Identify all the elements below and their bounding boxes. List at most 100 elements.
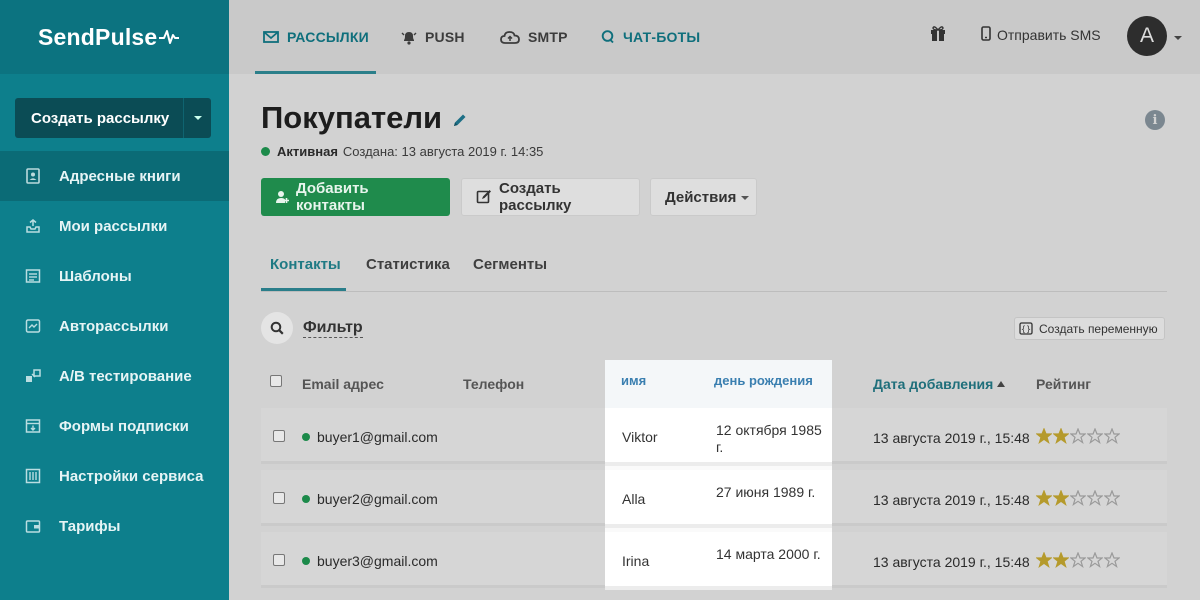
create-variable-label: Создать переменную [1039,321,1158,336]
star-filled-icon[interactable] [1053,428,1069,444]
select-all-checkbox[interactable] [270,375,282,387]
mail-icon [263,31,279,43]
contact-email[interactable]: buyer3@gmail.com [302,553,438,569]
tab-statistics[interactable]: Статистика [366,256,450,273]
star-filled-icon[interactable] [1053,490,1069,506]
actions-dropdown[interactable]: Действия [650,178,757,216]
tab-label: ЧАТ-БОТЫ [623,29,701,45]
sidebar-item-address-books[interactable]: Адресные книги [0,151,229,201]
star-empty-icon[interactable] [1087,428,1103,444]
highlight-row: Viktor 12 октября 1985 г. [605,408,832,466]
row-checkbox[interactable] [273,430,285,442]
sidebar-item-pricing[interactable]: Тарифы [0,501,229,551]
gift-icon[interactable] [929,24,947,47]
star-empty-icon[interactable] [1070,490,1086,506]
header-date-added[interactable]: Дата добавления [873,376,1006,392]
contact-birthday: 12 октября 1985 г. [716,422,822,455]
pulse-icon [159,30,180,44]
email-text: buyer3@gmail.com [317,553,438,569]
highlight-row: Irina 14 марта 2000 г. [605,532,832,590]
tab-segments[interactable]: Сегменты [473,256,547,273]
star-empty-icon[interactable] [1070,428,1086,444]
star-empty-icon[interactable] [1104,552,1120,568]
chevron-down-icon [741,196,750,200]
highlighted-columns: имя день рождения Viktor 12 октября 1985… [605,360,832,590]
star-empty-icon[interactable] [1104,428,1120,444]
contact-email[interactable]: buyer1@gmail.com [302,429,438,445]
contact-name: Viktor [622,429,658,445]
tab-label: РАССЫЛКИ [287,29,369,45]
rating-stars [1036,552,1121,568]
sidebar-item-label: Авторассылки [59,317,169,335]
contact-birthday: 27 июня 1989 г. [716,484,816,500]
tab-contacts[interactable]: Контакты [270,256,341,273]
sidebar: SendPulse Создать рассылку Адресные книг… [0,0,229,600]
cloud-icon [500,30,520,44]
sidebar-item-label: Настройки сервиса [59,467,204,485]
star-filled-icon[interactable] [1036,490,1052,506]
star-filled-icon[interactable] [1036,552,1052,568]
contact-name: Alla [622,491,646,507]
star-filled-icon[interactable] [1036,428,1052,444]
content-tabs: Контакты Статистика Сегменты [261,256,1167,292]
star-filled-icon[interactable] [1053,552,1069,568]
page-title: Покупатели [261,100,443,135]
active-tab-indicator [261,288,346,291]
sidebar-item-my-campaigns[interactable]: Мои рассылки [0,201,229,251]
row-checkbox[interactable] [273,554,285,566]
create-campaign-button[interactable]: Создать рассылку [15,98,183,138]
create-variable-button[interactable]: {} Создать переменную [1014,317,1165,340]
logo[interactable]: SendPulse [38,24,180,51]
star-empty-icon[interactable] [1087,552,1103,568]
chevron-down-icon [193,116,202,120]
compose-icon [476,189,492,205]
tab-push[interactable]: PUSH [401,0,465,74]
filter-toggle[interactable]: Фильтр [261,312,363,344]
create-campaign-button-main[interactable]: Создать рассылку [461,178,640,216]
pencil-icon[interactable] [452,112,468,133]
sidebar-item-ab-testing[interactable]: A/B тестирование [0,351,229,401]
sidebar-nav: Адресные книги Мои рассылки Шаблоны Авто… [0,151,229,551]
contact-email[interactable]: buyer2@gmail.com [302,491,438,507]
highlight-row: Alla 27 июня 1989 г. [605,470,832,528]
forms-icon [24,417,42,435]
status-dot [302,495,310,503]
sidebar-item-templates[interactable]: Шаблоны [0,251,229,301]
header-birthday[interactable]: день рождения [714,373,813,388]
avatar[interactable]: A [1127,16,1167,56]
status-dot [302,433,310,441]
header-phone[interactable]: Телефон [463,376,524,392]
tab-label: PUSH [425,29,465,45]
star-empty-icon[interactable] [1070,552,1086,568]
sidebar-item-label: Тарифы [59,517,121,535]
search-icon [261,312,293,344]
tab-campaigns[interactable]: РАССЫЛКИ [263,0,369,74]
chevron-down-icon[interactable] [1174,36,1182,40]
tab-chatbots[interactable]: ЧАТ-БОТЫ [601,0,700,74]
email-text: buyer2@gmail.com [317,491,438,507]
sidebar-item-label: Формы подписки [59,417,189,435]
sidebar-item-subscription-forms[interactable]: Формы подписки [0,401,229,451]
header-name[interactable]: имя [621,373,646,388]
row-checkbox[interactable] [273,492,285,504]
sidebar-item-automation[interactable]: Авторассылки [0,301,229,351]
star-empty-icon[interactable] [1087,490,1103,506]
sidebar-item-label: Мои рассылки [59,217,168,235]
create-campaign-dropdown[interactable] [183,98,211,138]
email-text: buyer1@gmail.com [317,429,438,445]
sidebar-item-label: Шаблоны [59,267,132,285]
status-dot [261,147,270,156]
svg-text:{}: {} [1021,325,1031,334]
status-line: Активная Создана: 13 августа 2019 г. 14:… [261,144,543,159]
rating-stars [1036,428,1121,444]
info-icon[interactable]: i [1145,110,1165,130]
tab-smtp[interactable]: SMTP [500,0,568,74]
add-contacts-button[interactable]: Добавить контакты [261,178,450,216]
header-rating[interactable]: Рейтинг [1036,376,1091,392]
star-empty-icon[interactable] [1104,490,1120,506]
sidebar-item-service-settings[interactable]: Настройки сервиса [0,451,229,501]
sidebar-item-label: A/B тестирование [59,367,192,385]
header-email[interactable]: Email адрес [302,376,384,392]
send-sms-link[interactable]: Отправить SMS [981,26,1101,44]
address-book-icon [24,167,42,185]
